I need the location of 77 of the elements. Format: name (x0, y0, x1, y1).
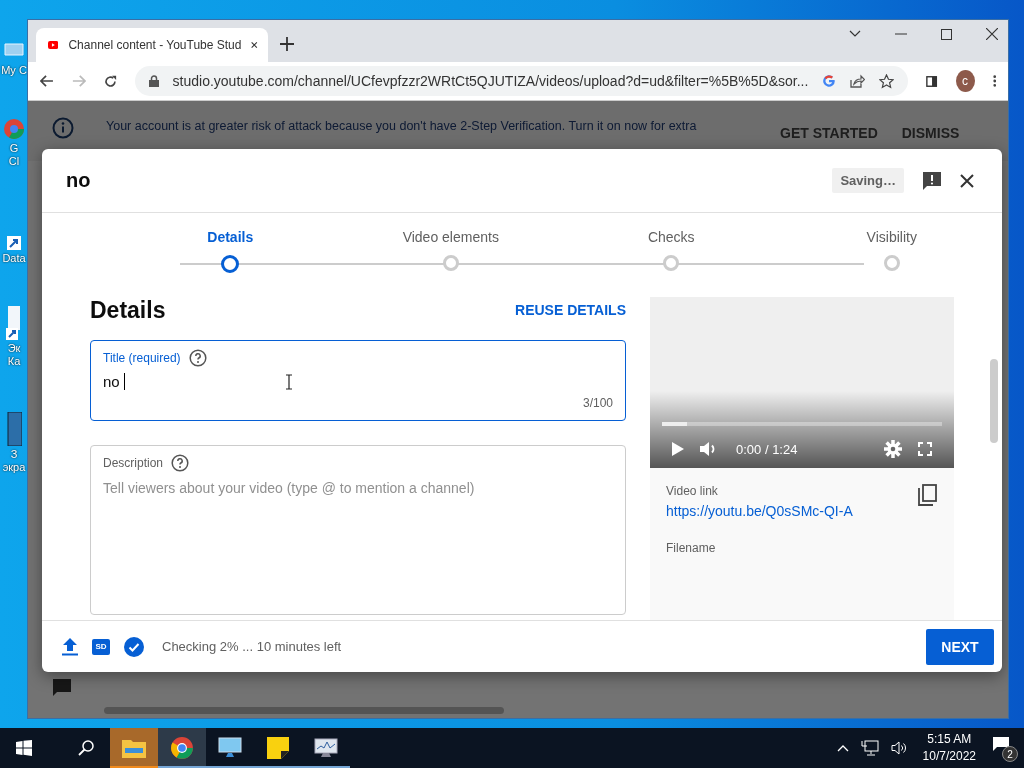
feedback-icon[interactable] (922, 170, 942, 191)
upload-status: Checking 2% ... 10 minutes left (162, 639, 342, 654)
description-field[interactable]: Description Tell viewers about your video (type @ to mention a channel) (90, 445, 626, 615)
step-tab[interactable]: Video elements (340, 213, 561, 275)
network-icon[interactable] (860, 740, 879, 756)
maximize-icon[interactable] (941, 28, 952, 40)
step-tab[interactable]: Visibility (781, 213, 1002, 275)
windows-start-icon[interactable] (16, 740, 32, 756)
document-icon[interactable] (6, 306, 22, 340)
close-icon[interactable] (960, 173, 974, 188)
browser-tab[interactable]: Channel content - YouTube Stud (36, 28, 268, 62)
check-icon (124, 636, 144, 657)
feedback-icon[interactable] (52, 678, 72, 698)
taskbar-app[interactable] (158, 728, 206, 768)
chevron-up-icon[interactable] (836, 744, 849, 752)
video-player[interactable]: 0:00 / 1:24 (650, 297, 954, 468)
banner-text: Your account is at greater risk of attack because you don't have 2-Step Verification. Turn it on now for extra (106, 118, 698, 135)
notification-icon[interactable] (992, 736, 1010, 752)
video-time: 0:00 / 1:24 (736, 441, 798, 457)
dialog-title: no (66, 169, 92, 192)
step-tab[interactable]: Checks (561, 213, 782, 275)
monitor-icon (218, 737, 242, 759)
lock-icon (148, 75, 159, 87)
description-placeholder: Tell viewers about your video (type @ to mention a channel) (103, 480, 476, 496)
sticky-note-icon (267, 737, 289, 759)
reload-icon[interactable] (103, 73, 117, 89)
text-cursor-icon (284, 373, 293, 390)
banner-button[interactable]: DISMISS (895, 125, 966, 141)
copy-icon[interactable] (918, 484, 938, 506)
field-label: Title (required) (103, 351, 181, 365)
banner-button[interactable]: GET STARTED (774, 125, 884, 141)
field-label: Description (103, 456, 164, 470)
shortcut-icon[interactable] (7, 236, 21, 250)
scrollbar[interactable] (104, 707, 504, 714)
new-tab-icon[interactable] (280, 37, 294, 51)
help-icon[interactable] (188, 349, 207, 367)
info-label: Filename (666, 541, 717, 555)
reuse-details-button[interactable]: REUSE DETAILS (515, 302, 626, 318)
performance-monitor-icon (314, 737, 338, 759)
google-icon[interactable] (822, 74, 837, 88)
scrollbar[interactable] (990, 359, 998, 443)
title-field[interactable]: Title (required) no 3/100 (90, 340, 626, 421)
video-link[interactable]: https://youtu.be/Q0sSMc-QI-A (666, 503, 853, 519)
clock-time[interactable]: 5:15 AM (927, 731, 972, 748)
volume-icon[interactable] (890, 741, 907, 755)
profile-avatar[interactable]: c (955, 70, 975, 92)
back-icon[interactable] (40, 74, 54, 88)
tab-title: Channel content - YouTube Stud (68, 38, 242, 52)
film-icon[interactable] (6, 412, 22, 446)
close-icon[interactable] (251, 40, 258, 50)
title-value: no (103, 373, 120, 390)
step-tab[interactable]: Details (120, 213, 341, 275)
share-icon[interactable] (850, 74, 866, 88)
info-icon (52, 117, 74, 139)
character-count: 3/100 (582, 396, 613, 410)
next-button[interactable]: NEXT (926, 628, 994, 665)
close-icon[interactable] (986, 28, 998, 40)
star-icon[interactable] (879, 73, 895, 89)
youtube-icon (48, 39, 59, 51)
upload-icon (62, 637, 78, 656)
info-label: Video link (666, 484, 719, 498)
help-icon[interactable] (171, 454, 190, 472)
address-bar[interactable]: studio.youtube.com/channel/UCfevpfzzr2WRtCt5QJUTIZA/videos/upload?d=ud&filter=%5B%5D&sor... (134, 66, 909, 96)
settings-icon[interactable] (884, 440, 902, 458)
section-heading: Details (90, 296, 166, 324)
saving-status: Saving… (832, 168, 904, 193)
fullscreen-icon[interactable] (918, 442, 932, 456)
search-icon[interactable] (78, 740, 94, 756)
chrome-icon (170, 736, 194, 760)
tab-search-icon[interactable] (849, 30, 861, 38)
more-icon[interactable] (992, 74, 996, 88)
play-icon[interactable] (672, 442, 684, 456)
side-panel-icon[interactable] (926, 74, 938, 88)
folder-icon (122, 738, 146, 758)
notification-badge: 2 (1002, 746, 1018, 762)
quality-badge: SD (92, 638, 110, 655)
clock-date[interactable]: 10/7/2022 (922, 748, 976, 765)
